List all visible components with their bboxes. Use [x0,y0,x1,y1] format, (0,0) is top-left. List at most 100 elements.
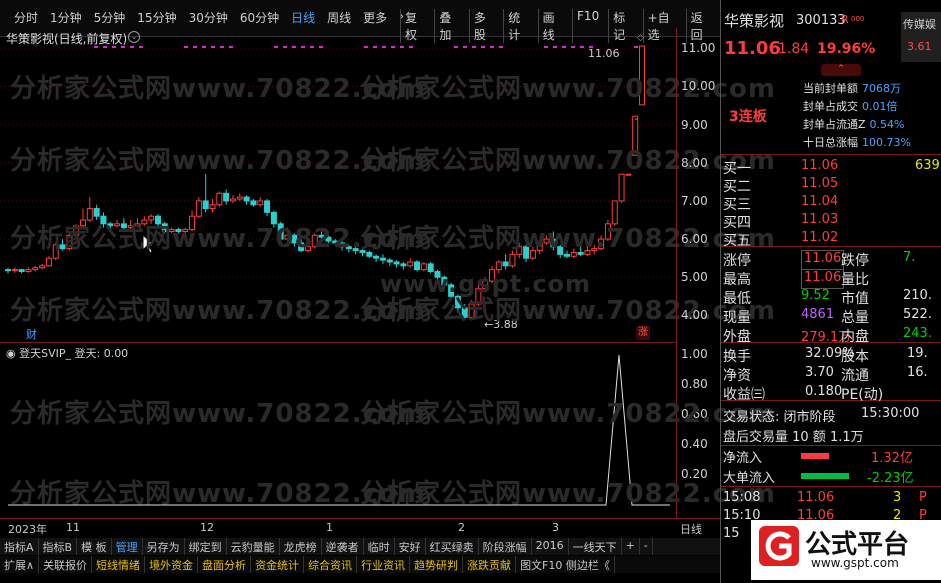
info-tab-1[interactable]: 关联报价 [39,556,93,573]
info-tab-5[interactable]: 资金统计 [251,556,305,573]
watermark-text: 分析家公式网www.70822.com [360,473,776,510]
fund-label-2: 收益㈢ [723,387,765,403]
indicator-tab-5[interactable]: 绑定到 [185,538,227,555]
kline-chart[interactable]: 华策影视(日线,前复权) ⌄ 11.06 ←3.88 - 财 涨 ◇ 分析家公式… [0,28,775,342]
signal-dot [193,46,197,48]
candle-body [400,263,407,267]
info-tab-0[interactable]: 扩展∧ [0,556,40,573]
last-price: 11.06 [724,38,781,59]
net-inflow-bar [801,453,829,459]
info-tab-6[interactable]: 综合资讯 [304,556,358,573]
period-label[interactable]: 日线 [680,521,702,537]
period-tab-5[interactable]: 60分钟 [234,9,285,26]
indicator-tab-7[interactable]: 龙虎榜 [280,538,322,555]
indicator-tab-12[interactable]: 阶段涨幅 [479,538,532,555]
bid-label-4: 买五 [723,233,751,249]
candle-body [5,269,11,272]
bid-price-3: 11.03 [801,212,839,227]
seal-val: 7068万 [862,82,901,95]
candle-body [243,196,250,202]
stat-value2-3: 522. [903,307,932,322]
price-change: 1.84 [778,41,810,57]
period-tab-0[interactable]: 分时 [8,9,44,26]
signal-dot [499,46,503,48]
indicator-panel[interactable]: ◉ 登天SVIP_ 登天: 0.00 分析家公式网www.70822.com 分析… [0,342,775,519]
period-tab-2[interactable]: 5分钟 [88,9,132,26]
collapse-up-icon[interactable]: ⌃ [821,64,861,76]
info-tab-7[interactable]: 行业资讯 [357,556,411,573]
indicator-tab-4[interactable]: 另存为 [143,538,185,555]
watermark-site: 分析家公式网 [10,399,173,429]
sector-box[interactable]: 传媒娱 3.61 [901,12,941,62]
limit-up-marker[interactable]: 涨 [636,326,650,340]
indicator-tab-16[interactable]: - [640,538,653,555]
stock-name: 华策影视 [724,12,785,30]
signal-dot [220,46,224,48]
indicator-tab-6[interactable]: 云豹量能 [227,538,280,555]
stat-label2-0: 跌停 [841,253,869,269]
seal-key: 封单占成交 [803,100,858,113]
seal-key: 当前封单额 [803,82,858,95]
fund-value-1: 3.70 [805,365,834,380]
info-tab-9[interactable]: 涨跌贡献 [463,556,517,573]
period-tab-1[interactable]: 1分钟 [44,9,88,26]
tick-price-0: 11.06 [797,490,835,505]
bid-label-3: 买四 [723,215,751,231]
period-tab-6[interactable]: 日线 [285,9,321,26]
divider [721,154,941,155]
info-tab-2[interactable]: 短线情绪 [92,556,146,573]
signal-dot [229,46,233,48]
candle-body [11,269,18,272]
price-tick-7: 4.00 [681,308,708,323]
indicator-tab-1[interactable]: 指标B [39,538,78,555]
stat-value-2: 9.52 [801,288,830,303]
period-tab-4[interactable]: 30分钟 [183,9,234,26]
candle-body [264,200,271,213]
candle-body [223,192,230,202]
indicator-tab-8[interactable]: 逆袭者 [322,538,364,555]
bid-price-1: 11.05 [801,176,839,191]
candle-body [502,261,509,267]
bid-price-2: 11.04 [801,194,839,209]
info-tab-3[interactable]: 境外资金 [145,556,199,573]
period-tab-7[interactable]: 周线 [321,9,357,26]
info-tab-4[interactable]: 盘面分析 [198,556,252,573]
indicator-tab-11[interactable]: 红买绿卖 [426,538,479,555]
brand-logo: 公式平台 www.gspt.com [751,520,941,580]
bid-label-0: 买一 [723,161,751,177]
sector-name: 传媒娱 [903,18,936,31]
candle-body [236,196,243,200]
dash-mark: - [634,112,638,125]
indicator-tab-0[interactable]: 指标A [0,538,39,555]
candle-body [25,269,32,273]
info-tab-8[interactable]: 趋势研判 [410,556,464,573]
signal-dot [409,46,413,48]
indicator-title: ◉ 登天SVIP_ 登天: 0.00 [6,347,129,360]
watermark-site: 分析家公式网 [360,146,523,176]
stat-value-3: 4861 [801,307,835,322]
signal-dot [382,46,386,48]
info-tab-10[interactable]: 图文F10 侧边栏《 [516,556,615,573]
price-tick-4: 7.00 [681,193,708,208]
finance-marker[interactable]: 财 [26,326,37,342]
indicator-tab-13[interactable]: 2016 [532,538,569,555]
net-inflow-value: 1.32亿 [871,451,913,466]
price-tick-1: 10.00 [681,79,716,94]
signal-dot [400,46,404,48]
stat-label-1: 最高 [723,272,751,288]
tick-side-0: P [919,490,927,505]
big-order-value: -2.23亿 [867,471,914,486]
info-tabs: 扩展∧ 关联报价 短线情绪 境外资金 盘面分析 资金统计 综合资讯 行业资讯 趋势研判 涨跌贡献图… [0,556,720,573]
title-dropdown-icon[interactable]: ⌄ [128,31,140,43]
period-tab-8[interactable]: 更多 [357,9,393,26]
indicator-tab-2[interactable]: 模 板 [77,538,112,555]
watermark-site: 分析家公式网 [360,74,523,104]
bid-label-2: 买三 [723,197,751,213]
stat-label2-3: 总量 [841,310,869,326]
indicator-tab-3[interactable]: 管理 [112,538,143,555]
indicator-tab-14[interactable]: 一线天下 [569,538,622,555]
indicator-tab-10[interactable]: 安好 [395,538,426,555]
period-tab-3[interactable]: 15分钟 [131,9,182,26]
indicator-tab-9[interactable]: 临时 [364,538,395,555]
indicator-tab-15[interactable]: + [622,538,640,555]
